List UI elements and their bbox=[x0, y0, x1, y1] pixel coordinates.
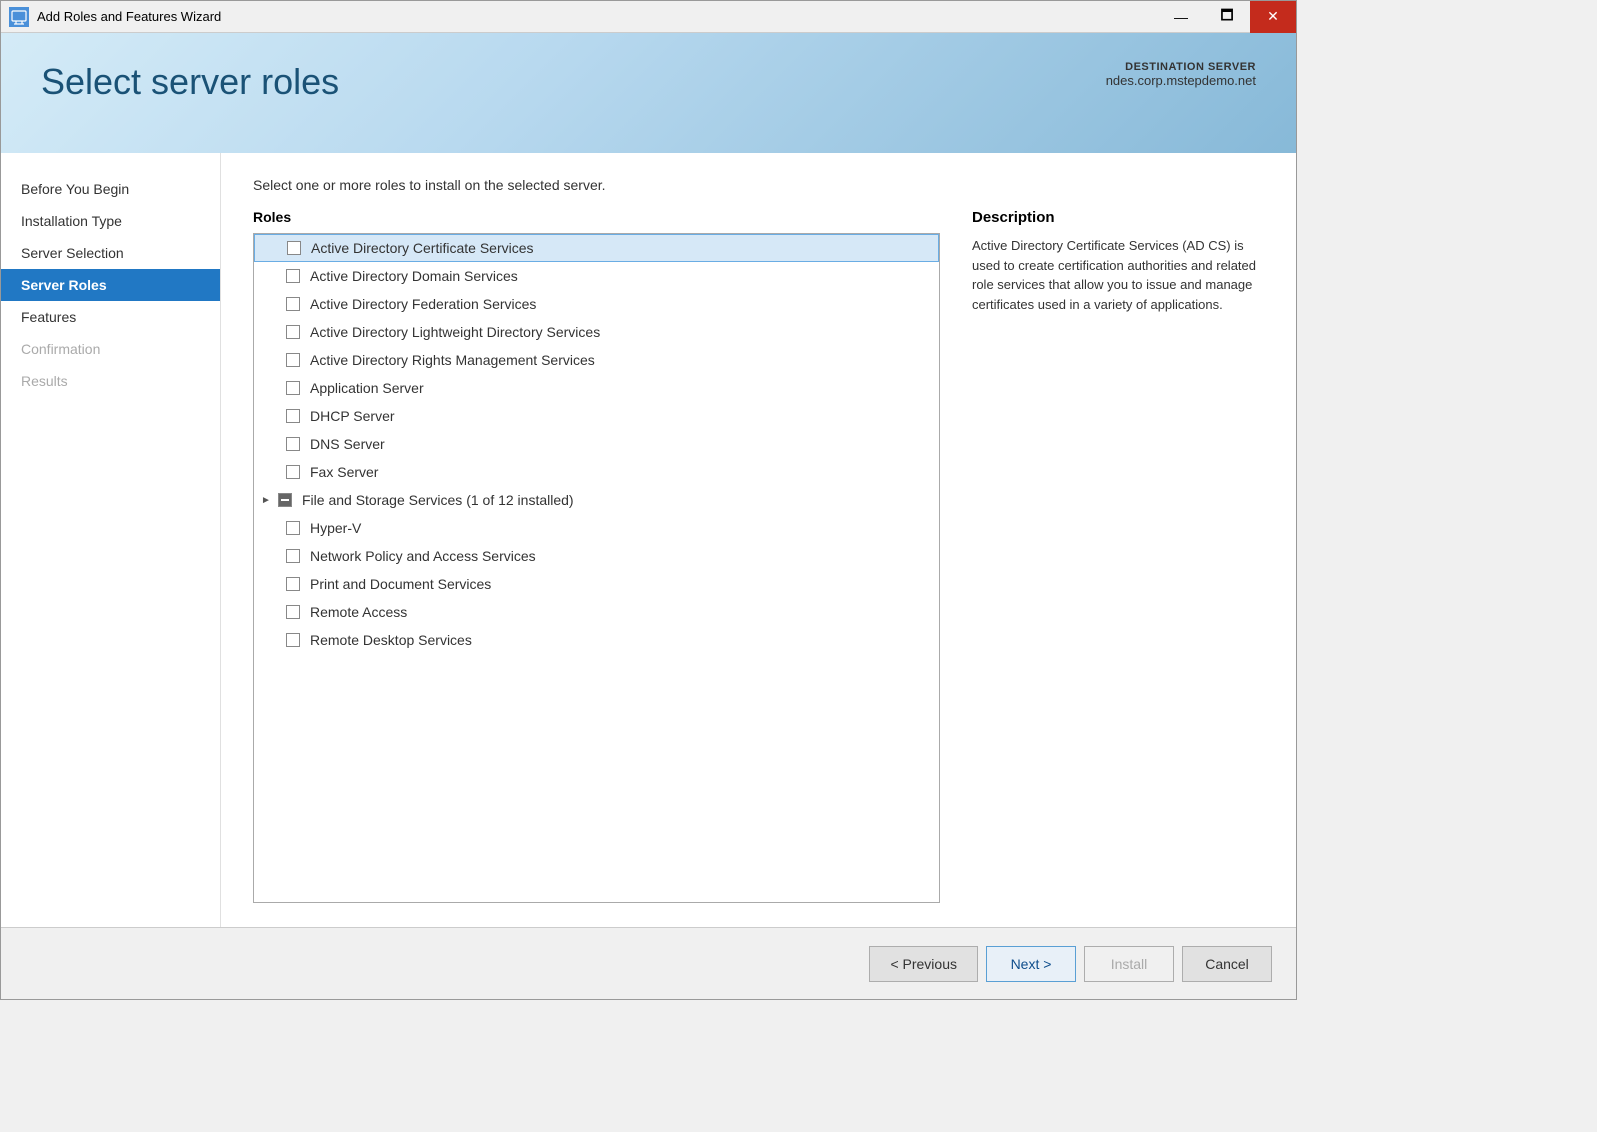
header: Select server roles DESTINATION SERVER n… bbox=[1, 33, 1296, 153]
role-label-ad-cs: Active Directory Certificate Services bbox=[311, 240, 534, 256]
role-item-dns[interactable]: DNS Server bbox=[254, 430, 939, 458]
role-label-ad-lds: Active Directory Lightweight Directory S… bbox=[310, 324, 600, 340]
role-item-hyper-v[interactable]: Hyper-V bbox=[254, 514, 939, 542]
sidebar-item-features[interactable]: Features bbox=[1, 301, 220, 333]
role-item-ad-ds[interactable]: Active Directory Domain Services bbox=[254, 262, 939, 290]
role-label-print-doc: Print and Document Services bbox=[310, 576, 491, 592]
wizard-window: Add Roles and Features Wizard — 🗖 ✕ Sele… bbox=[0, 0, 1297, 1000]
content-instruction: Select one or more roles to install on t… bbox=[253, 177, 1264, 193]
sidebar-item-server-roles[interactable]: Server Roles bbox=[1, 269, 220, 301]
window-title: Add Roles and Features Wizard bbox=[37, 9, 221, 24]
destination-value: ndes.corp.mstepdemo.net bbox=[1106, 73, 1256, 88]
role-label-remote-desktop: Remote Desktop Services bbox=[310, 632, 472, 648]
role-label-file-storage: File and Storage Services (1 of 12 insta… bbox=[302, 492, 574, 508]
description-panel: Description Active Directory Certificate… bbox=[964, 209, 1264, 903]
role-checkbox-ad-cs[interactable] bbox=[287, 241, 301, 255]
role-item-fax[interactable]: Fax Server bbox=[254, 458, 939, 486]
role-label-dns: DNS Server bbox=[310, 436, 385, 452]
close-button[interactable]: ✕ bbox=[1250, 1, 1296, 33]
role-item-ad-rms[interactable]: Active Directory Rights Management Servi… bbox=[254, 346, 939, 374]
role-label-fax: Fax Server bbox=[310, 464, 378, 480]
roles-list-container: Active Directory Certificate Services Act… bbox=[253, 233, 940, 903]
roles-list[interactable]: Active Directory Certificate Services Act… bbox=[254, 234, 939, 902]
maximize-button[interactable]: 🗖 bbox=[1204, 1, 1250, 33]
role-label-ad-ds: Active Directory Domain Services bbox=[310, 268, 518, 284]
role-item-remote-access[interactable]: Remote Access bbox=[254, 598, 939, 626]
roles-description-wrapper: Roles Active Directory Certificate Servi… bbox=[253, 209, 1264, 903]
role-checkbox-ad-ds[interactable] bbox=[286, 269, 300, 283]
roles-label: Roles bbox=[253, 209, 940, 225]
install-button[interactable]: Install bbox=[1084, 946, 1174, 982]
role-checkbox-fax[interactable] bbox=[286, 465, 300, 479]
role-checkbox-app-server[interactable] bbox=[286, 381, 300, 395]
role-item-print-doc[interactable]: Print and Document Services bbox=[254, 570, 939, 598]
footer: < Previous Next > Install Cancel bbox=[1, 927, 1296, 999]
role-item-app-server[interactable]: Application Server bbox=[254, 374, 939, 402]
role-item-ad-cs[interactable]: Active Directory Certificate Services bbox=[254, 234, 939, 262]
role-label-app-server: Application Server bbox=[310, 380, 424, 396]
role-label-ad-fs: Active Directory Federation Services bbox=[310, 296, 536, 312]
role-item-ad-fs[interactable]: Active Directory Federation Services bbox=[254, 290, 939, 318]
role-checkbox-ad-rms[interactable] bbox=[286, 353, 300, 367]
description-text: Active Directory Certificate Services (A… bbox=[972, 236, 1264, 314]
title-bar: Add Roles and Features Wizard — 🗖 ✕ bbox=[1, 1, 1296, 33]
sidebar-item-server-selection[interactable]: Server Selection bbox=[1, 237, 220, 269]
role-label-dhcp: DHCP Server bbox=[310, 408, 395, 424]
page-title: Select server roles bbox=[41, 61, 339, 103]
expander-icon[interactable]: ► bbox=[258, 492, 274, 508]
role-label-hyper-v: Hyper-V bbox=[310, 520, 361, 536]
role-checkbox-dhcp[interactable] bbox=[286, 409, 300, 423]
role-checkbox-dns[interactable] bbox=[286, 437, 300, 451]
role-label-remote-access: Remote Access bbox=[310, 604, 407, 620]
wizard-body: Before You BeginInstallation TypeServer … bbox=[1, 153, 1296, 927]
role-checkbox-file-storage[interactable] bbox=[278, 493, 292, 507]
roles-panel: Roles Active Directory Certificate Servi… bbox=[253, 209, 940, 903]
role-item-remote-desktop[interactable]: Remote Desktop Services bbox=[254, 626, 939, 654]
description-title: Description bbox=[972, 209, 1264, 226]
app-icon bbox=[9, 7, 29, 27]
sidebar-item-installation-type[interactable]: Installation Type bbox=[1, 205, 220, 237]
sidebar-item-results: Results bbox=[1, 365, 220, 397]
sidebar-item-before-you-begin[interactable]: Before You Begin bbox=[1, 173, 220, 205]
cancel-button[interactable]: Cancel bbox=[1182, 946, 1272, 982]
role-checkbox-print-doc[interactable] bbox=[286, 577, 300, 591]
role-label-ad-rms: Active Directory Rights Management Servi… bbox=[310, 352, 595, 368]
destination-server: DESTINATION SERVER ndes.corp.mstepdemo.n… bbox=[1106, 61, 1256, 88]
previous-button[interactable]: < Previous bbox=[869, 946, 978, 982]
role-item-file-storage[interactable]: ► File and Storage Services (1 of 12 inst… bbox=[254, 486, 939, 514]
role-checkbox-network-policy[interactable] bbox=[286, 549, 300, 563]
role-item-ad-lds[interactable]: Active Directory Lightweight Directory S… bbox=[254, 318, 939, 346]
role-item-dhcp[interactable]: DHCP Server bbox=[254, 402, 939, 430]
content-area: Select one or more roles to install on t… bbox=[221, 153, 1296, 927]
role-checkbox-remote-access[interactable] bbox=[286, 605, 300, 619]
role-item-network-policy[interactable]: Network Policy and Access Services bbox=[254, 542, 939, 570]
sidebar-item-confirmation: Confirmation bbox=[1, 333, 220, 365]
role-checkbox-ad-fs[interactable] bbox=[286, 297, 300, 311]
next-button[interactable]: Next > bbox=[986, 946, 1076, 982]
sidebar: Before You BeginInstallation TypeServer … bbox=[1, 153, 221, 927]
role-checkbox-remote-desktop[interactable] bbox=[286, 633, 300, 647]
title-bar-left: Add Roles and Features Wizard bbox=[9, 7, 221, 27]
role-label-network-policy: Network Policy and Access Services bbox=[310, 548, 536, 564]
main-content: Select server roles DESTINATION SERVER n… bbox=[1, 33, 1296, 999]
window-controls: — 🗖 ✕ bbox=[1158, 1, 1296, 33]
destination-label: DESTINATION SERVER bbox=[1106, 61, 1256, 73]
role-checkbox-hyper-v[interactable] bbox=[286, 521, 300, 535]
minimize-button[interactable]: — bbox=[1158, 1, 1204, 33]
role-checkbox-ad-lds[interactable] bbox=[286, 325, 300, 339]
